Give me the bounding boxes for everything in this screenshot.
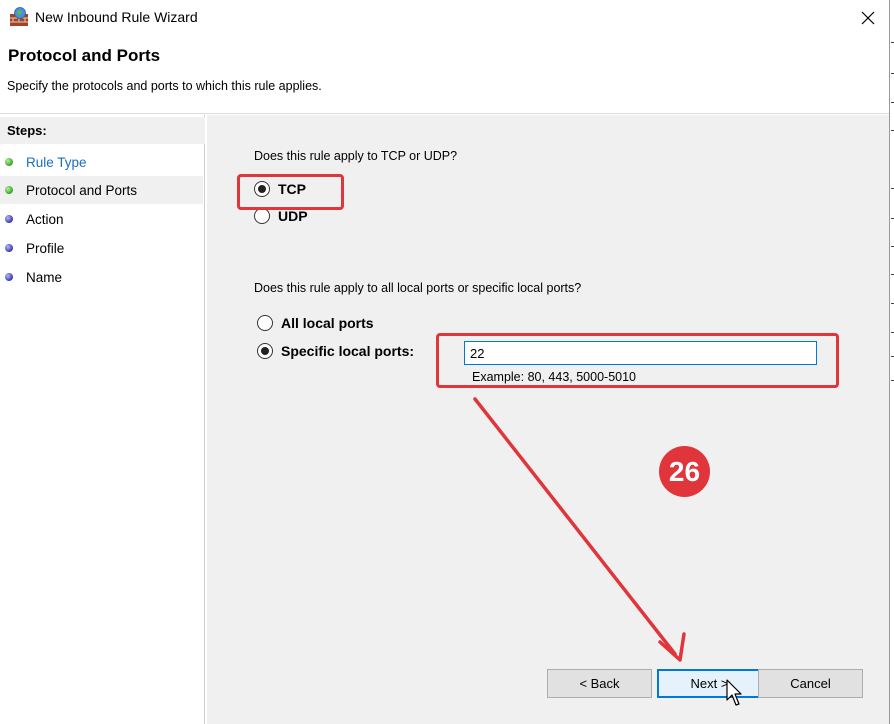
- radio-specific-local-ports[interactable]: Specific local ports:: [257, 343, 414, 359]
- cancel-button[interactable]: Cancel: [758, 669, 863, 698]
- steps-sidebar: Steps: Rule Type Protocol and Ports Acti…: [0, 115, 205, 724]
- ports-question: Does this rule apply to all local ports …: [254, 281, 582, 295]
- step-pending-icon: [5, 215, 13, 223]
- steps-heading: Steps:: [0, 117, 205, 144]
- step-profile: Profile: [0, 234, 203, 262]
- step-pending-icon: [5, 244, 13, 252]
- close-button[interactable]: [848, 2, 888, 34]
- page-subtitle: Specify the protocols and ports to which…: [7, 79, 322, 93]
- title-bar: New Inbound Rule Wizard: [0, 0, 889, 36]
- radio-button[interactable]: [254, 208, 270, 224]
- radio-udp-label: UDP: [278, 208, 308, 224]
- step-label: Rule Type: [26, 154, 87, 170]
- radio-udp[interactable]: UDP: [254, 208, 308, 224]
- tcp-highlight-box: [237, 174, 344, 210]
- step-complete-icon: [5, 158, 13, 166]
- step-protocol-and-ports[interactable]: Protocol and Ports: [0, 176, 203, 204]
- radio-all-local-ports[interactable]: All local ports: [257, 315, 374, 331]
- background-window-edge: [889, 0, 894, 724]
- step-label: Protocol and Ports: [26, 182, 138, 198]
- protocol-question: Does this rule apply to TCP or UDP?: [254, 149, 458, 163]
- window-title: New Inbound Rule Wizard: [35, 9, 198, 25]
- close-icon: [861, 11, 875, 25]
- step-label: Name: [26, 269, 63, 285]
- step-label: Profile: [26, 240, 65, 256]
- step-name: Name: [0, 263, 203, 291]
- next-button[interactable]: Next >: [657, 669, 762, 698]
- step-label: Action: [26, 211, 64, 227]
- step-complete-icon: [5, 186, 13, 194]
- header-divider: [0, 113, 889, 114]
- back-button[interactable]: < Back: [547, 669, 652, 698]
- wizard-header: Protocol and Ports Specify the protocols…: [0, 36, 889, 114]
- radio-all-local-ports-label: All local ports: [281, 315, 374, 331]
- step-rule-type[interactable]: Rule Type: [0, 148, 203, 176]
- radio-specific-local-ports-label: Specific local ports:: [281, 343, 415, 359]
- page-title: Protocol and Ports: [8, 46, 161, 65]
- radio-button[interactable]: [257, 315, 273, 331]
- ports-highlight-box: [436, 333, 839, 388]
- step-action: Action: [0, 205, 203, 233]
- step-pending-icon: [5, 273, 13, 281]
- radio-button[interactable]: [257, 343, 273, 359]
- firewall-icon: [10, 7, 28, 26]
- step-number-badge: 26: [659, 446, 710, 497]
